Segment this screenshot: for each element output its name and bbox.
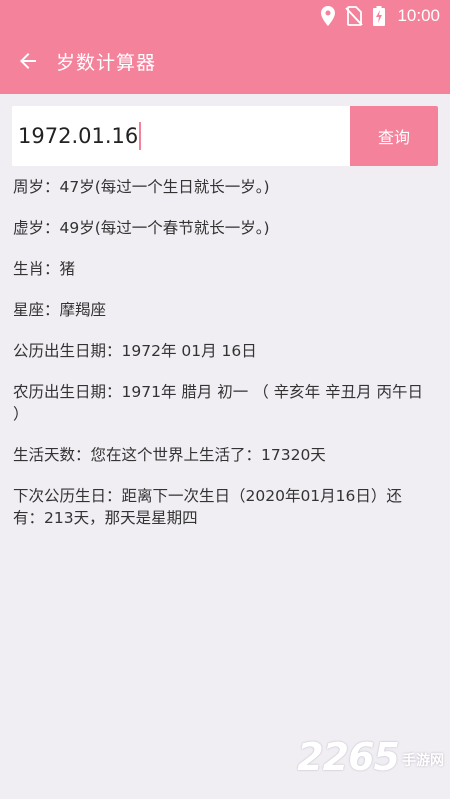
location-icon [321, 6, 336, 26]
battery-charging-icon [373, 6, 386, 26]
result-next-birthday: 下次公历生日：距离下一次生日（2020年01月16日）还有：213天，那天是星期… [13, 487, 402, 527]
results-panel: 周岁：47岁(每过一个生日就长一岁。) 虚岁：49岁(每过一个春节就长一岁。) … [13, 176, 429, 548]
result-days-lived: 生活天数：您在这个世界上生活了：17320天 [13, 446, 326, 464]
result-age: 周岁：47岁(每过一个生日就长一岁。) [13, 178, 270, 196]
result-nominal-age: 虚岁：49岁(每过一个春节就长一岁。) [13, 219, 270, 237]
birthdate-input[interactable]: 1972.01.16 [12, 106, 350, 166]
page-title: 岁数计算器 [56, 52, 157, 74]
status-icons: 10:00 [321, 4, 440, 28]
back-button[interactable] [6, 41, 50, 85]
result-solar-birthdate: 公历出生日期：1972年 01月 16日 [13, 342, 257, 360]
arrow-left-icon [16, 49, 40, 77]
status-time: 10:00 [397, 6, 440, 25]
watermark-text: 手游网 [402, 753, 444, 769]
watermark-logo: 2265 手游网 [297, 735, 444, 779]
search-row: 1972.01.16 查询 [12, 106, 438, 166]
result-zodiac-animal: 生肖：猪 [13, 260, 76, 278]
query-button[interactable]: 查询 [350, 106, 438, 166]
app-bar: 岁数计算器 [0, 32, 450, 94]
text-caret [139, 122, 142, 150]
birthdate-input-value: 1972.01.16 [18, 124, 139, 148]
watermark-number: 2265 [297, 735, 400, 779]
status-bar: 10:00 [0, 0, 450, 32]
result-constellation: 星座：摩羯座 [13, 301, 107, 319]
result-lunar-birthdate: 农历出生日期：1971年 腊月 初一 （ 辛亥年 辛丑月 丙午日 ） [13, 383, 424, 423]
no-sim-icon [345, 6, 364, 26]
